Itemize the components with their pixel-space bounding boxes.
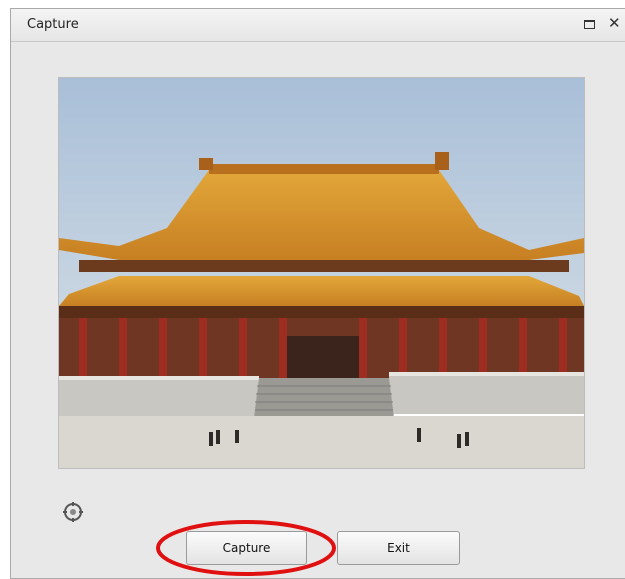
- preview-image: [59, 78, 584, 468]
- close-icon: ✕: [608, 14, 621, 32]
- close-button[interactable]: ✕: [606, 14, 622, 33]
- maximize-icon: [584, 20, 595, 29]
- maximize-button[interactable]: [582, 17, 598, 33]
- title-bar[interactable]: Capture ✕: [11, 9, 625, 42]
- capture-button[interactable]: Capture: [186, 531, 307, 565]
- window-title: Capture: [27, 17, 79, 32]
- camera-settings-icon[interactable]: [61, 500, 85, 524]
- exit-button[interactable]: Exit: [337, 531, 460, 565]
- camera-preview: [58, 77, 585, 469]
- capture-window: Capture ✕ Capture Exit: [10, 8, 625, 579]
